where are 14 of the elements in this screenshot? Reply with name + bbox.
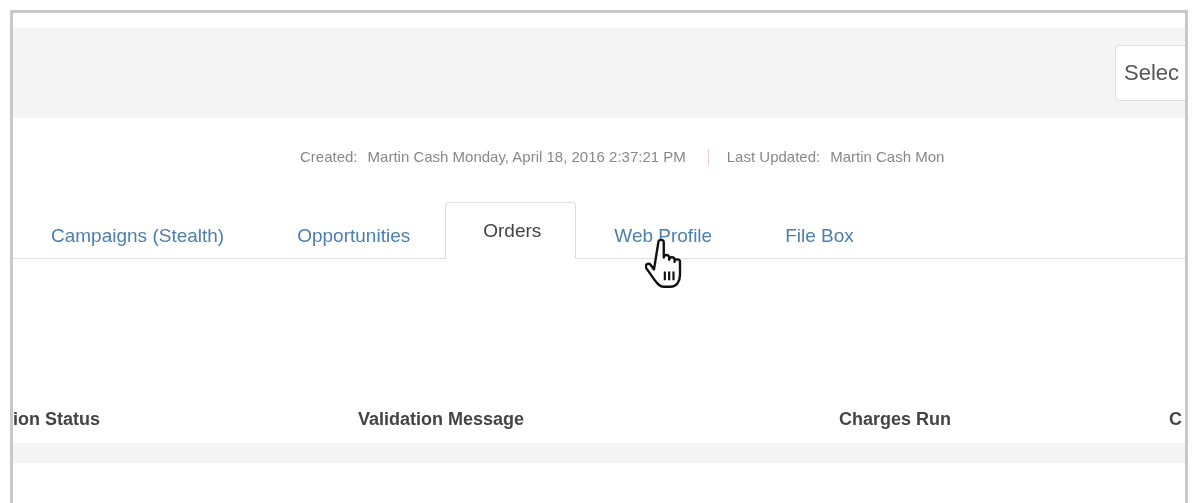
- created-label: Created:: [300, 148, 358, 165]
- column-header: Charges Run: [839, 408, 953, 430]
- created-value: Martin Cash Monday, April 18, 2016 2:37:21 PM: [367, 148, 686, 165]
- tab[interactable]: Campaigns (Stealth): [13, 212, 260, 258]
- tab[interactable]: Web Profile: [576, 212, 748, 258]
- updated-label: Last Updated:: [726, 148, 821, 165]
- column-header: ion Status: [13, 408, 101, 430]
- select-field[interactable]: Selec: [1115, 45, 1185, 101]
- tab[interactable]: Orders: [445, 202, 577, 259]
- column-header: Validation Message: [358, 408, 526, 430]
- column-header: C: [1169, 408, 1183, 430]
- updated-value: Martin Cash Mon: [830, 148, 945, 165]
- tab[interactable]: Opportunities: [259, 212, 446, 258]
- tab[interactable]: File Box: [747, 212, 889, 258]
